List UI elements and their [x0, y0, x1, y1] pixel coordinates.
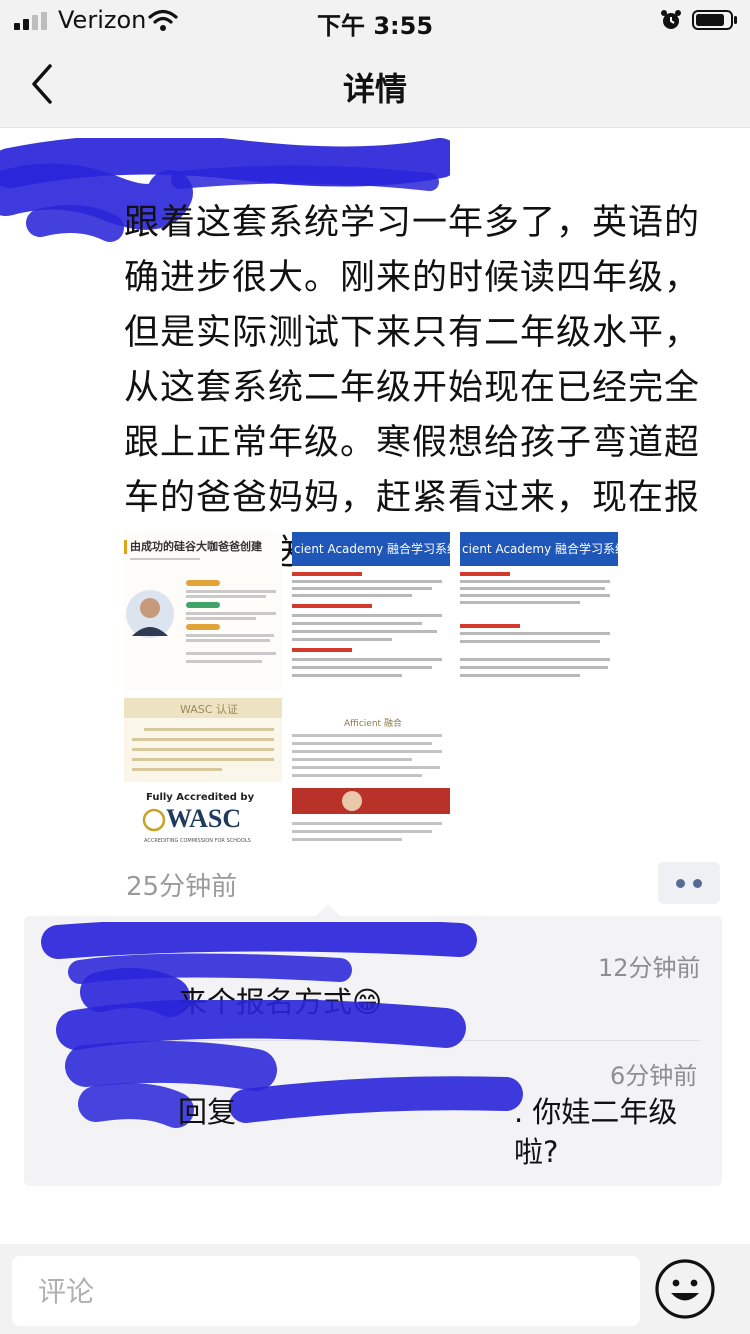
comment-pointer — [316, 904, 340, 916]
page-title: 详情 — [342, 70, 407, 108]
wasc-caption: Fully Accredited by — [146, 792, 255, 803]
image-heading: WASC 认证 — [180, 703, 238, 716]
wasc-sub-caption: ACCREDITING COMMISSION FOR SCHOOLS — [144, 838, 251, 844]
post-image-features-1[interactable]: cient Academy 融合学习系统特点 — [292, 532, 450, 690]
alarm-icon — [661, 10, 681, 29]
status-time: 下午 3:55 — [316, 12, 434, 40]
post-image-founder[interactable]: 由成功的硅谷大咖爸爸创建 — [124, 532, 282, 690]
status-bar: Verizon 下午 3:55 — [0, 0, 750, 40]
comment-bar — [0, 1244, 750, 1334]
image-heading: 由成功的硅谷大咖爸爸创建 — [130, 540, 262, 553]
post-image-program[interactable]: Afficient 融合 — [292, 698, 450, 856]
comment-text[interactable]: . 你娃二年级啦? — [514, 1092, 694, 1172]
more-dots-icon — [693, 879, 702, 888]
image-heading: cient Academy 融合学习系统特点 — [462, 542, 618, 556]
comment-time: 12分钟前 — [598, 954, 701, 982]
emoji-icon[interactable] — [654, 1258, 716, 1320]
nav-bar: 详情 — [0, 40, 750, 128]
image-heading: Afficient 融合 — [344, 719, 402, 729]
post-text: 跟着这套系统学习一年多了，英语的确进步很大。刚来的时候读四年级，但是实际测试下来… — [124, 203, 701, 573]
more-button[interactable] — [658, 862, 720, 904]
comment-time: 6分钟前 — [610, 1062, 698, 1090]
reply-prefix: 回复 — [178, 1095, 237, 1129]
post-image-wasc[interactable]: WASC 认证 Fully Accredited by WASC ACCREDI… — [124, 698, 282, 856]
more-dots-icon — [676, 879, 685, 888]
post-time: 25分钟前 — [126, 872, 238, 902]
battery-icon — [692, 10, 737, 30]
redacted-commenter-2 — [56, 1000, 523, 1128]
wasc-logo-text: WASC — [166, 804, 242, 833]
post-image-features-2[interactable]: cient Academy 融合学习系统特点 — [460, 532, 618, 690]
image-heading: cient Academy 融合学习系统特点 — [294, 542, 450, 556]
comment-input[interactable] — [12, 1256, 640, 1326]
